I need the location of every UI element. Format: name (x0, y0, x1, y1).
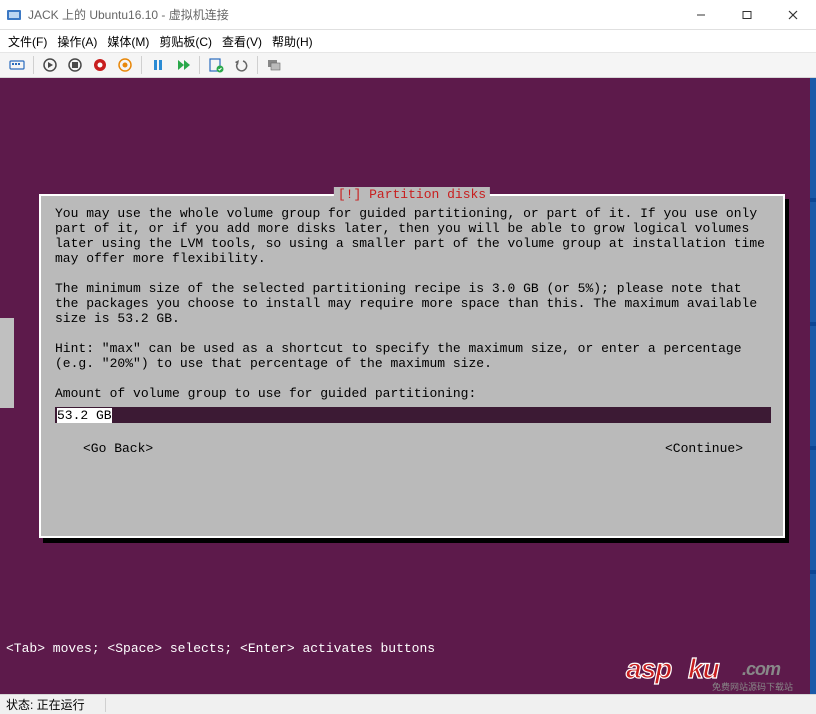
installer-footer-hint: <Tab> moves; <Space> selects; <Enter> ac… (6, 641, 435, 656)
dialog-paragraph: You may use the whole volume group for g… (55, 206, 771, 266)
save-button[interactable] (114, 54, 136, 76)
continue-button[interactable]: <Continue> (665, 441, 743, 456)
toolbar-separator (141, 56, 142, 74)
window-controls (678, 0, 816, 30)
toolbar-separator (33, 56, 34, 74)
dialog-paragraph: Hint: "max" can be used as a shortcut to… (55, 341, 771, 371)
size-input[interactable]: 53.2 GB (55, 407, 771, 423)
start-button[interactable] (39, 54, 61, 76)
status-separator (105, 698, 106, 712)
close-button[interactable] (770, 0, 816, 30)
vm-display[interactable]: [!] Partition disks You may use the whol… (0, 78, 816, 694)
menu-file[interactable]: 文件(F) (8, 33, 47, 50)
status-label: 状态: 正在运行 (6, 696, 85, 713)
minimize-button[interactable] (678, 0, 724, 30)
toolbar-separator (199, 56, 200, 74)
menu-clipboard[interactable]: 剪贴板(C) (159, 33, 212, 50)
revert-button[interactable] (230, 54, 252, 76)
shutdown-button[interactable] (89, 54, 111, 76)
menu-view[interactable]: 查看(V) (222, 33, 262, 50)
toolbar-separator (257, 56, 258, 74)
menu-media[interactable]: 媒体(M) (107, 33, 149, 50)
dialog-buttons: <Go Back> <Continue> (55, 441, 771, 456)
menu-help[interactable]: 帮助(H) (272, 33, 313, 50)
menubar: 文件(F) 操作(A) 媒体(M) 剪贴板(C) 查看(V) 帮助(H) (0, 30, 816, 52)
statusbar: 状态: 正在运行 (0, 694, 816, 714)
go-back-button[interactable]: <Go Back> (83, 441, 153, 456)
window-title: JACK 上的 Ubuntu16.10 - 虚拟机连接 (28, 6, 678, 23)
app-icon (6, 7, 22, 23)
menu-action[interactable]: 操作(A) (57, 33, 97, 50)
checkpoint-button[interactable] (205, 54, 227, 76)
titlebar: JACK 上的 Ubuntu16.10 - 虚拟机连接 (0, 0, 816, 30)
pause-button[interactable] (147, 54, 169, 76)
dialog-paragraph: The minimum size of the selected partiti… (55, 281, 771, 326)
dialog-prompt: Amount of volume group to use for guided… (55, 386, 771, 401)
reset-button[interactable] (172, 54, 194, 76)
dialog-title: [!] Partition disks (334, 187, 490, 202)
ctrl-alt-del-button[interactable] (6, 54, 28, 76)
desktop-edge (810, 78, 816, 694)
partition-dialog: [!] Partition disks You may use the whol… (39, 194, 785, 538)
turnoff-button[interactable] (64, 54, 86, 76)
maximize-button[interactable] (724, 0, 770, 30)
toolbar (0, 52, 816, 78)
enhanced-session-button[interactable] (263, 54, 285, 76)
installer-screen: [!] Partition disks You may use the whol… (6, 78, 806, 664)
size-input-value: 53.2 GB (57, 408, 112, 423)
